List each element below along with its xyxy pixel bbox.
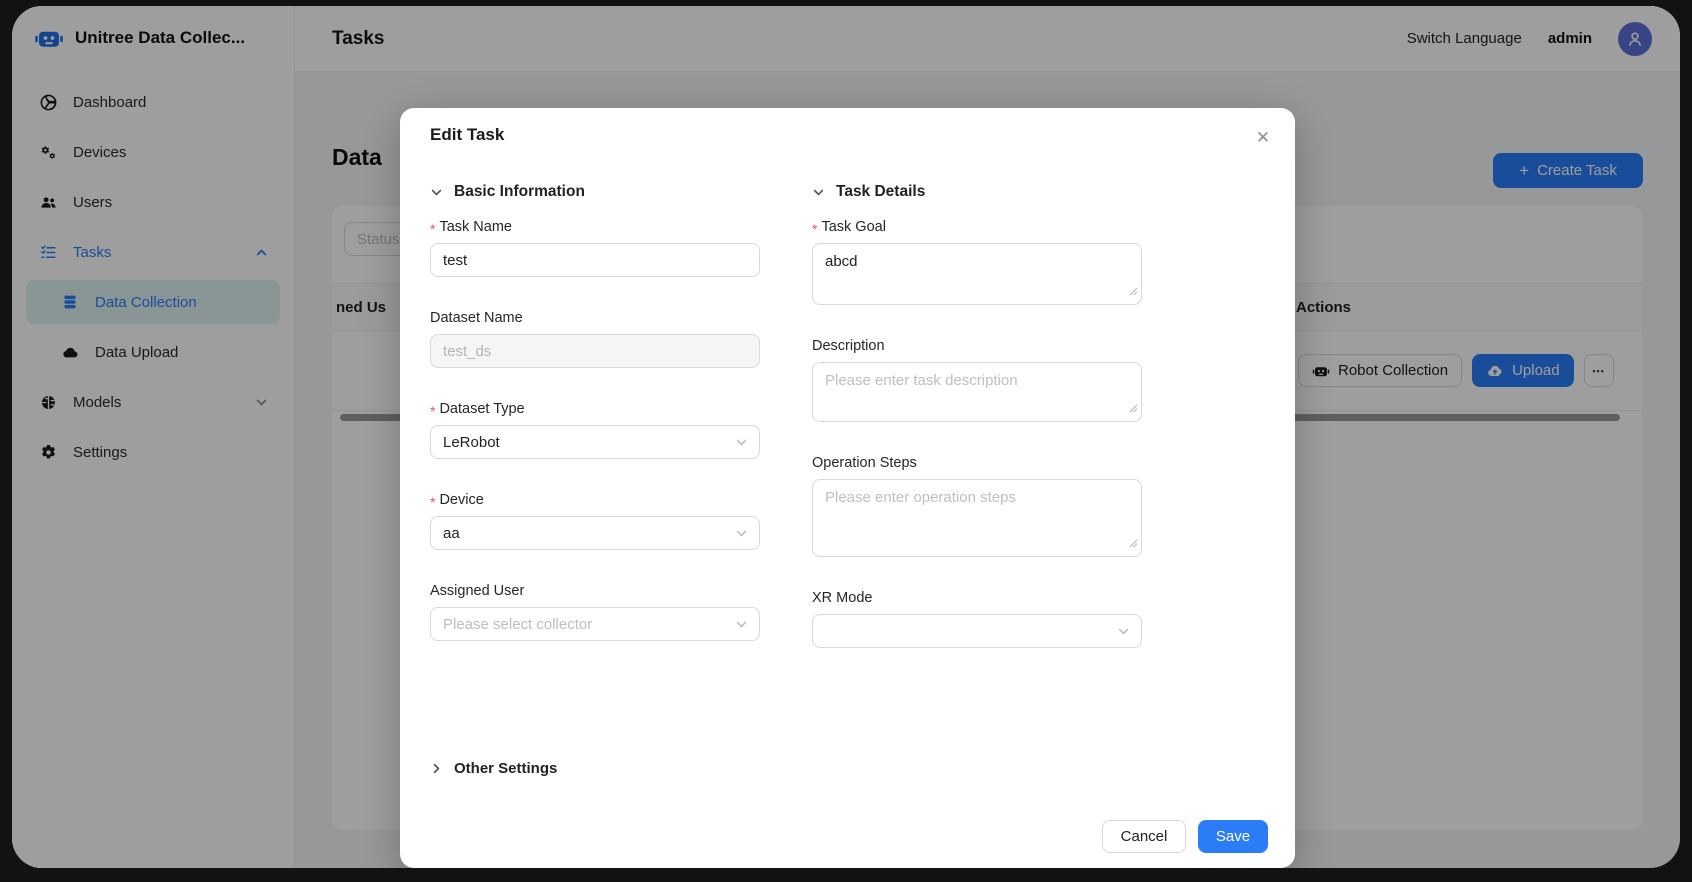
- cancel-button[interactable]: Cancel: [1102, 820, 1186, 853]
- label-text: Task Goal: [821, 219, 885, 235]
- section-task-details[interactable]: Task Details: [812, 182, 1142, 202]
- chevron-right-icon: [430, 762, 443, 775]
- field-task-name: * Task Name: [430, 218, 760, 277]
- required-marker: *: [812, 222, 817, 236]
- field-device: * Device aa: [430, 491, 760, 550]
- dataset-name-input: [430, 334, 760, 368]
- description-textarea[interactable]: [812, 362, 1142, 422]
- field-operation-steps: Operation Steps: [812, 454, 1142, 557]
- field-dataset-type: * Dataset Type LeRobot: [430, 400, 760, 459]
- section-title: Other Settings: [454, 760, 557, 777]
- assigned-user-select[interactable]: Please select collector: [430, 607, 760, 641]
- field-label: Dataset Name: [430, 309, 760, 326]
- section-other-settings[interactable]: Other Settings: [430, 760, 557, 777]
- app-window: Unitree Data Collec... Dashboard Devices…: [12, 6, 1680, 868]
- selected-value: LeRobot: [443, 434, 500, 451]
- section-title: Basic Information: [454, 183, 585, 201]
- device-select[interactable]: aa: [430, 516, 760, 550]
- modal-title: Edit Task: [430, 125, 504, 145]
- chevron-down-icon: [430, 186, 443, 199]
- basic-information-column: Basic Information * Task Name Dataset Na…: [430, 182, 760, 673]
- field-description: Description: [812, 337, 1142, 422]
- modal-footer: Cancel Save: [1102, 820, 1268, 853]
- field-label: Operation Steps: [812, 454, 1142, 471]
- chevron-down-icon: [735, 618, 748, 631]
- label-text: Dataset Name: [430, 310, 523, 326]
- field-label: Assigned User: [430, 582, 760, 599]
- close-icon[interactable]: ✕: [1249, 124, 1277, 152]
- field-label: * Device: [430, 491, 760, 508]
- chevron-down-icon: [735, 527, 748, 540]
- label-text: Operation Steps: [812, 455, 917, 471]
- field-xr-mode: XR Mode: [812, 589, 1142, 648]
- task-name-input[interactable]: [430, 243, 760, 277]
- field-label: XR Mode: [812, 589, 1142, 606]
- field-label: * Task Name: [430, 218, 760, 235]
- required-marker: *: [430, 404, 435, 418]
- label-text: Task Name: [439, 219, 512, 235]
- section-basic-information[interactable]: Basic Information: [430, 182, 760, 202]
- required-marker: *: [430, 495, 435, 509]
- task-goal-textarea[interactable]: abcd: [812, 243, 1142, 305]
- required-marker: *: [430, 222, 435, 236]
- label-text: Dataset Type: [439, 401, 524, 417]
- label-text: Description: [812, 338, 885, 354]
- save-button[interactable]: Save: [1198, 820, 1268, 853]
- field-label: * Task Goal: [812, 218, 1142, 235]
- label-text: Assigned User: [430, 583, 524, 599]
- chevron-down-icon: [812, 186, 825, 199]
- xr-mode-select[interactable]: [812, 614, 1142, 648]
- dataset-type-select[interactable]: LeRobot: [430, 425, 760, 459]
- task-details-column: Task Details * Task Goal abcd Descriptio…: [812, 182, 1142, 680]
- section-title: Task Details: [836, 183, 925, 201]
- select-placeholder: Please select collector: [443, 616, 592, 633]
- field-label: * Dataset Type: [430, 400, 760, 417]
- chevron-down-icon: [1117, 625, 1130, 638]
- label-text: Device: [439, 492, 483, 508]
- selected-value: aa: [443, 525, 460, 542]
- field-assigned-user: Assigned User Please select collector: [430, 582, 760, 641]
- field-task-goal: * Task Goal abcd: [812, 218, 1142, 305]
- label-text: XR Mode: [812, 590, 872, 606]
- field-label: Description: [812, 337, 1142, 354]
- edit-task-modal: Edit Task ✕ Basic Information * Task Nam…: [400, 108, 1295, 868]
- chevron-down-icon: [735, 436, 748, 449]
- field-dataset-name: Dataset Name: [430, 309, 760, 368]
- operation-steps-textarea[interactable]: [812, 479, 1142, 557]
